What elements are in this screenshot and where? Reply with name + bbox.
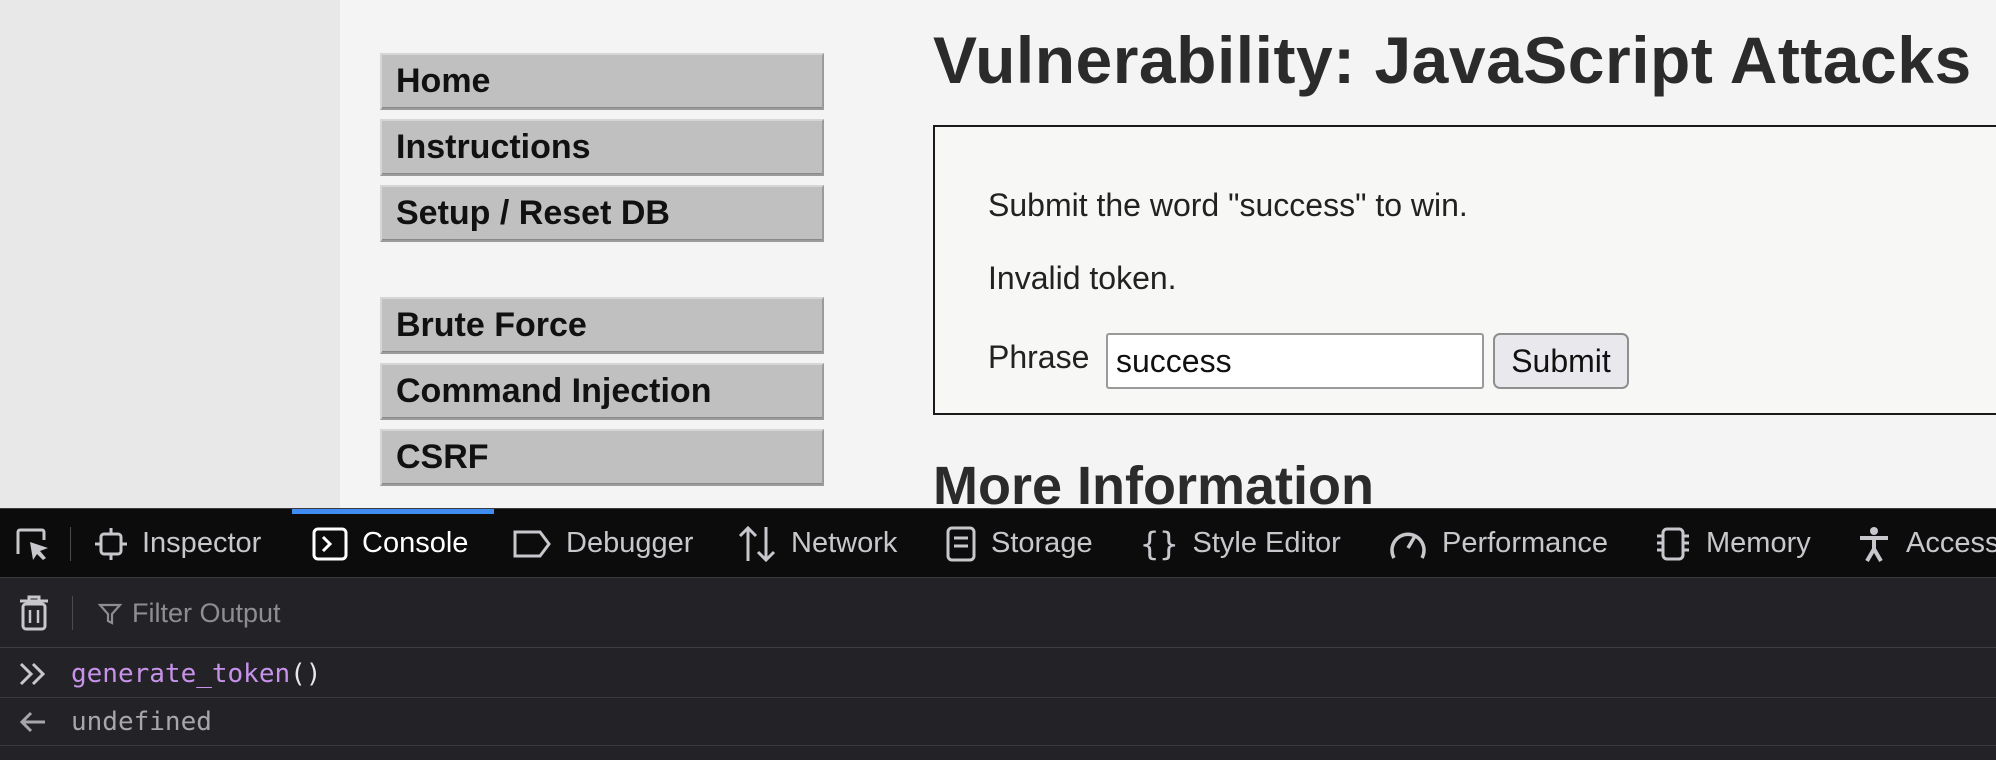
accessibility-icon <box>1860 526 1888 562</box>
element-picker-icon <box>16 528 48 560</box>
console-input-row: generate_token() <box>0 650 1996 698</box>
left-gutter <box>0 0 340 508</box>
memory-icon <box>1657 527 1689 560</box>
tab-memory-label: Memory <box>1706 527 1811 559</box>
tab-network[interactable]: Network <box>737 509 897 578</box>
tab-console[interactable]: Console <box>312 509 468 578</box>
menu-item-setup-reset-db[interactable]: Setup / Reset DB <box>380 185 824 242</box>
web-page: Home Instructions Setup / Reset DB Brute… <box>0 0 1996 508</box>
tab-performance-label: Performance <box>1442 527 1609 559</box>
toolbar-separator <box>70 527 71 561</box>
tab-debugger[interactable]: Debugger <box>512 509 693 578</box>
devtools-toolbar: Inspector Console Debugger Network Stora… <box>0 508 1996 578</box>
menu-item-instructions[interactable]: Instructions <box>380 119 824 176</box>
devtools-panel: Inspector Console Debugger Network Stora… <box>0 508 1996 760</box>
console-output-row: undefined <box>0 698 1996 746</box>
filter-separator <box>72 596 73 630</box>
tab-accessibility-label: Access <box>1906 527 1996 559</box>
tab-console-label: Console <box>362 527 469 559</box>
trash-icon[interactable] <box>17 594 51 632</box>
tab-style-editor[interactable]: {} Style Editor <box>1140 509 1341 578</box>
tab-memory[interactable]: Memory <box>1654 509 1811 578</box>
console-function-name: generate_token <box>71 658 291 689</box>
double-chevron-right-icon <box>19 662 46 686</box>
filter-output-input[interactable] <box>98 593 598 633</box>
vulnerability-form-box: Submit the word "success" to win. Invali… <box>933 125 1996 415</box>
element-picker-button[interactable] <box>12 509 66 578</box>
tab-style-editor-label: Style Editor <box>1192 527 1341 559</box>
tab-debugger-label: Debugger <box>566 527 694 559</box>
tab-performance[interactable]: Performance <box>1388 509 1608 578</box>
inspector-icon <box>95 527 127 560</box>
network-icon <box>738 525 776 562</box>
vulnerability-menu-group: Brute Force Command Injection CSRF <box>380 297 824 495</box>
console-input-text: generate_token() <box>71 659 321 689</box>
submit-button[interactable]: Submit <box>1493 333 1629 389</box>
menu-item-home[interactable]: Home <box>380 53 824 110</box>
performance-icon <box>1390 532 1426 559</box>
phrase-label: Phrase <box>988 339 1090 375</box>
console-output-text: undefined <box>71 706 212 737</box>
tab-storage-label: Storage <box>991 527 1093 559</box>
page-title: Vulnerability: JavaScript Attacks <box>933 23 1972 97</box>
storage-icon <box>946 526 976 561</box>
menu-item-brute-force[interactable]: Brute Force <box>380 297 824 354</box>
main-menu-group: Home Instructions Setup / Reset DB <box>380 53 824 251</box>
phrase-input[interactable] <box>1106 333 1484 389</box>
menu-item-csrf[interactable]: CSRF <box>380 429 824 486</box>
tab-network-label: Network <box>791 527 898 559</box>
more-information-heading: More Information <box>933 456 1374 508</box>
instruction-text: Submit the word "success" to win. <box>988 187 1468 223</box>
console-function-parens: () <box>290 658 322 689</box>
tab-accessibility[interactable]: Access <box>1856 509 1996 578</box>
status-message: Invalid token. <box>988 260 1177 296</box>
tab-inspector[interactable]: Inspector <box>94 509 261 578</box>
arrow-left-icon <box>19 711 45 733</box>
console-filter-bar <box>0 578 1996 648</box>
menu-item-command-injection[interactable]: Command Injection <box>380 363 824 420</box>
style-editor-icon: {} <box>1140 524 1179 563</box>
tab-inspector-label: Inspector <box>142 527 262 559</box>
console-icon <box>312 527 348 560</box>
tab-storage[interactable]: Storage <box>945 509 1093 578</box>
debugger-icon <box>513 530 551 557</box>
